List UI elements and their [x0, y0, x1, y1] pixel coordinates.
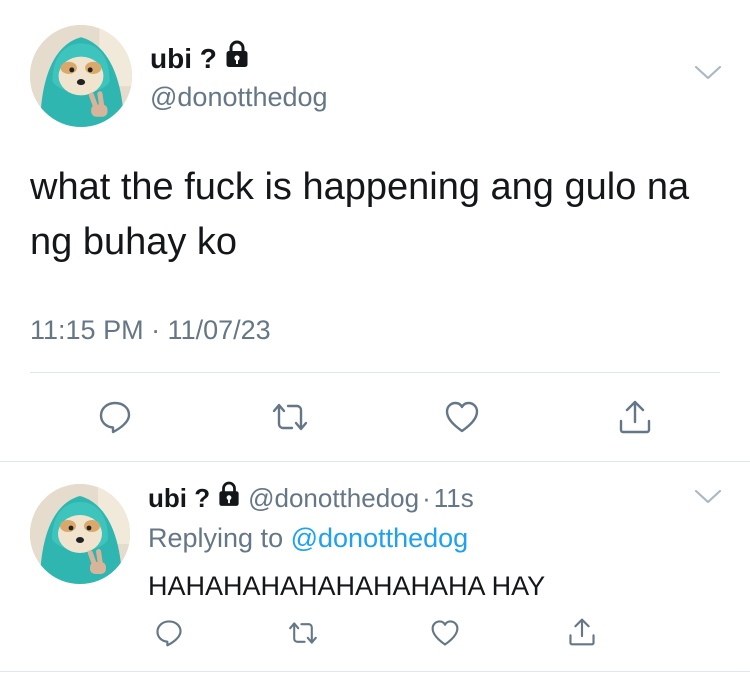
share-button[interactable]: [565, 614, 599, 650]
heart-icon: [445, 401, 479, 433]
tweet-text: what the fuck is happening ang gulo na n…: [30, 166, 690, 263]
reply-icon: [99, 401, 131, 434]
lock-icon: [218, 481, 240, 515]
tweet-timestamp[interactable]: 11:15 PM · 11/07/23: [30, 312, 271, 348]
avatar[interactable]: [30, 484, 130, 584]
lock-icon: [225, 40, 249, 77]
tweet-time[interactable]: 11s: [434, 481, 474, 515]
replying-to: Replying to @donotthedog: [148, 521, 468, 555]
share-icon: [569, 618, 595, 646]
mention-link[interactable]: @donotthedog: [291, 523, 469, 553]
separator: ·: [422, 483, 431, 513]
retweet-icon: [289, 622, 317, 644]
divider: [0, 461, 750, 462]
handle[interactable]: @donotthedog: [248, 481, 419, 515]
avatar-image: [30, 484, 130, 584]
avatar-image: [30, 25, 132, 127]
handle[interactable]: @donotthedog: [150, 80, 328, 114]
display-name[interactable]: ubi ?: [150, 40, 249, 77]
divider: [30, 372, 720, 373]
display-name-text[interactable]: ubi ?: [150, 41, 217, 77]
reply-header: ubi ? @donotthedog · 11s: [148, 481, 474, 515]
heart-icon: [431, 620, 459, 646]
share-icon: [619, 400, 651, 434]
like-button[interactable]: [442, 397, 482, 437]
display-name-text[interactable]: ubi ?: [148, 481, 210, 515]
tweet-text: HAHAHAHAHAHAHAHAHA HAY: [148, 571, 546, 601]
retweet-button[interactable]: [286, 616, 320, 650]
retweet-button[interactable]: [270, 397, 310, 437]
chevron-down-icon[interactable]: [694, 64, 722, 87]
replying-prefix: Replying to: [148, 523, 284, 553]
share-button[interactable]: [615, 397, 655, 437]
reply-icon: [156, 620, 182, 647]
chevron-down-icon[interactable]: [694, 488, 722, 511]
avatar[interactable]: [30, 25, 132, 127]
retweet-icon: [272, 403, 308, 431]
reply-button[interactable]: [95, 397, 135, 437]
divider: [0, 671, 750, 672]
like-button[interactable]: [428, 616, 462, 650]
reply-button[interactable]: [152, 616, 186, 650]
